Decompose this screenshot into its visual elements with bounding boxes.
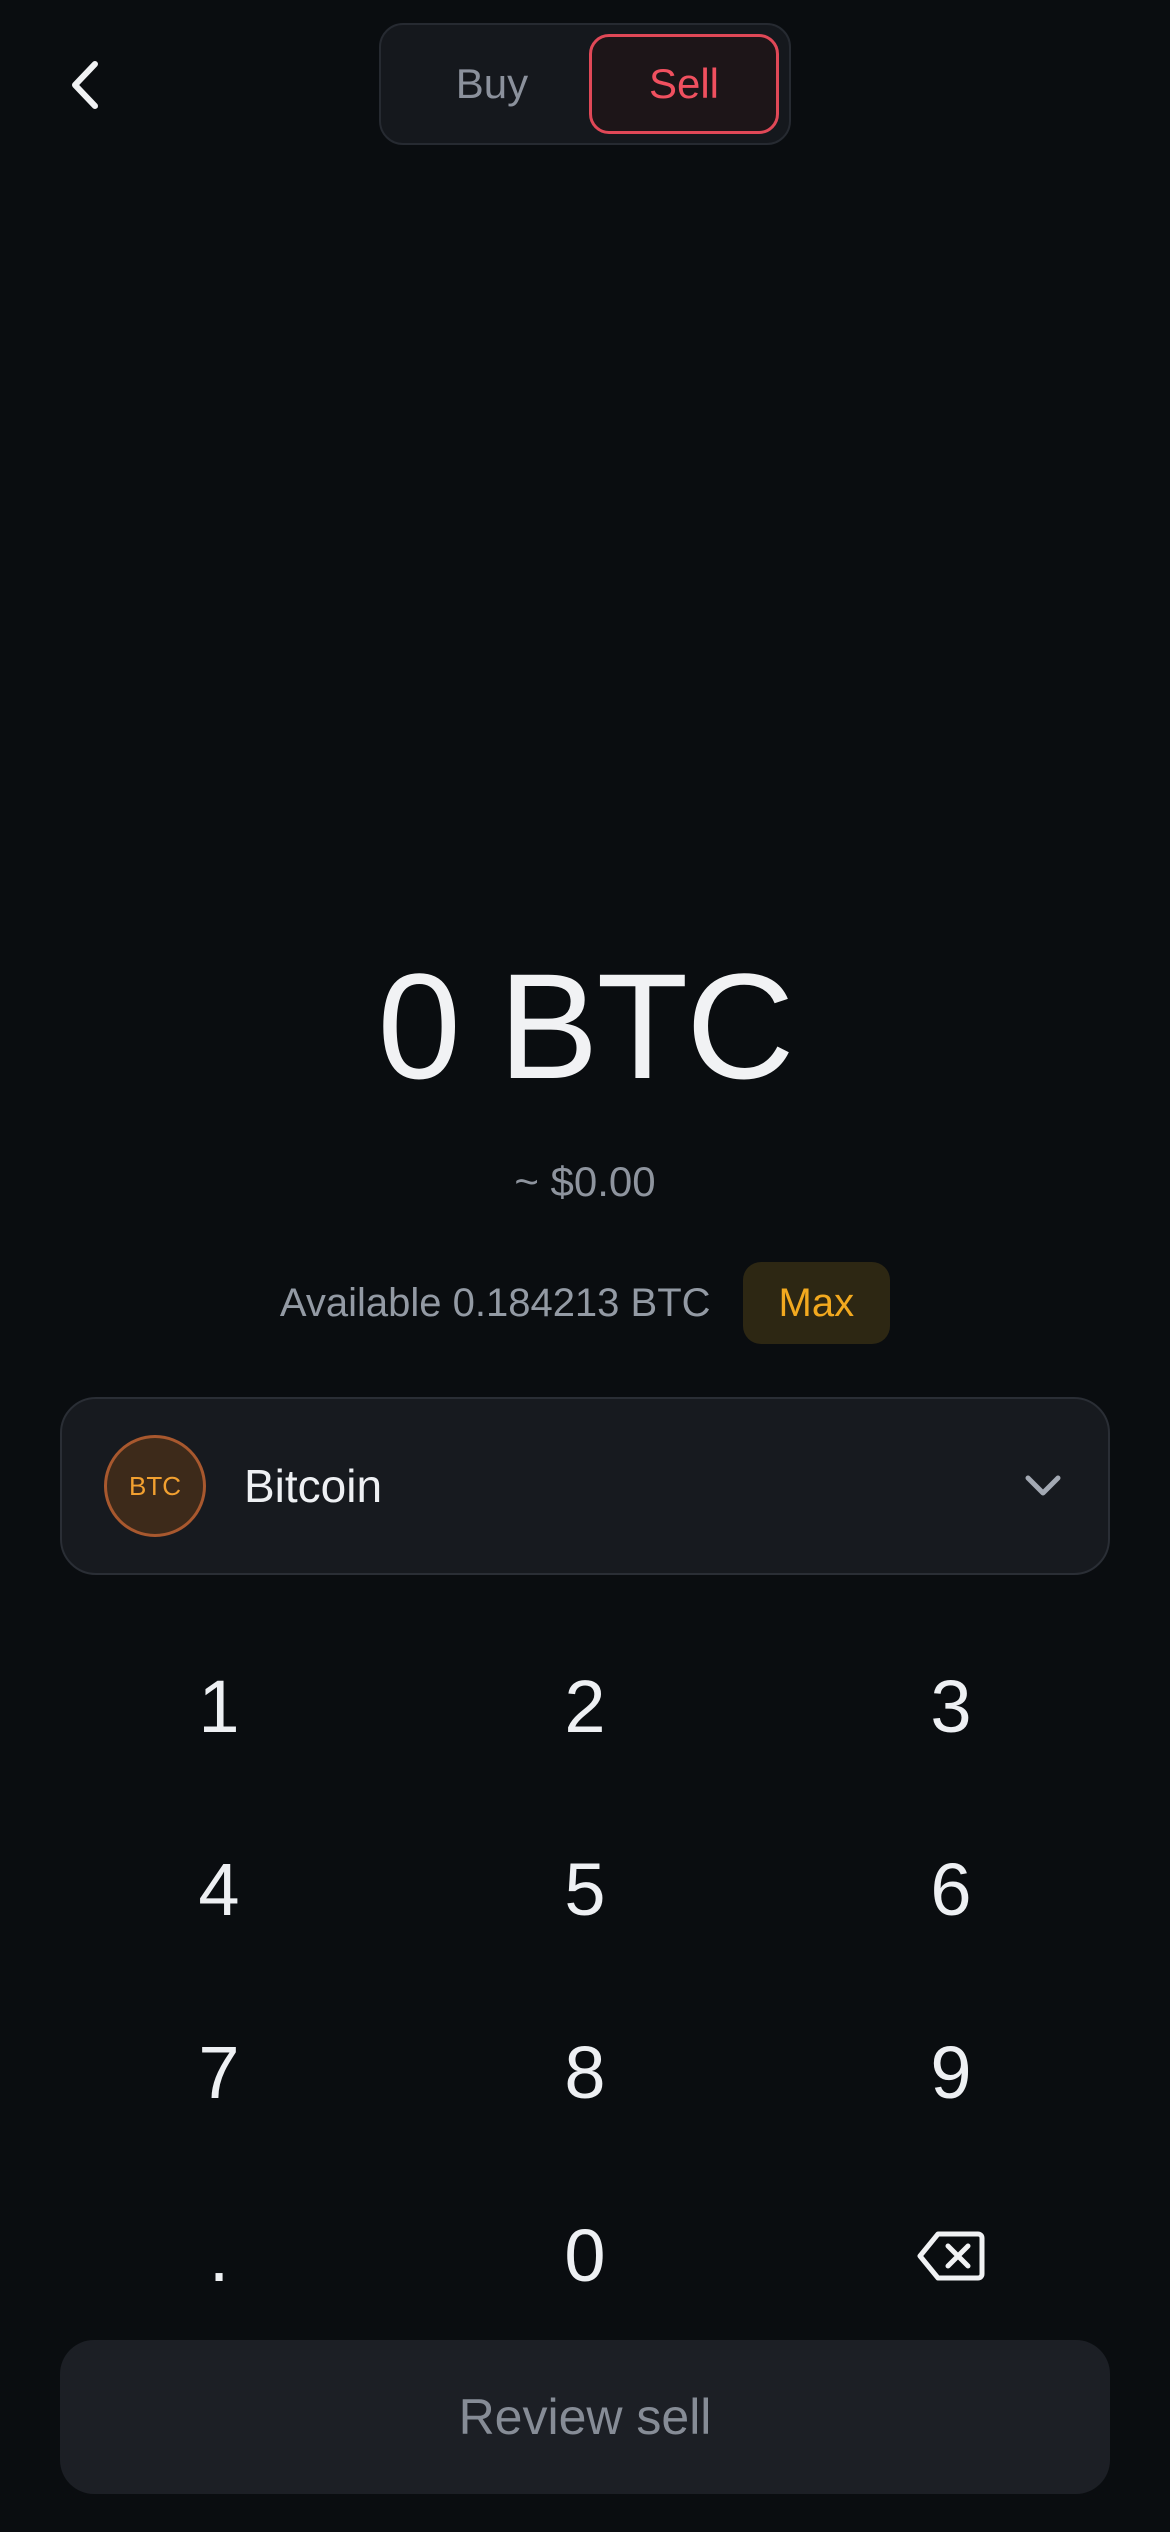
key-backspace[interactable] — [768, 2164, 1134, 2347]
key-8[interactable]: 8 — [402, 1981, 768, 2164]
review-sell-button[interactable]: Review sell — [60, 2340, 1110, 2494]
number-keypad: 1 2 3 4 5 6 7 8 9 . 0 — [36, 1615, 1134, 2347]
key-5[interactable]: 5 — [402, 1798, 768, 1981]
key-4[interactable]: 4 — [36, 1798, 402, 1981]
key-decimal[interactable]: . — [36, 2164, 402, 2347]
fiat-equivalent: ~ $0.00 — [514, 1158, 656, 1205]
key-2[interactable]: 2 — [402, 1615, 768, 1798]
amount-display: 0 BTC — [377, 942, 794, 1110]
back-button[interactable] — [50, 50, 120, 120]
key-9[interactable]: 9 — [768, 1981, 1134, 2164]
key-0[interactable]: 0 — [402, 2164, 768, 2347]
key-1[interactable]: 1 — [36, 1615, 402, 1798]
available-balance-row: Available 0.184213 BTC Max — [0, 1262, 1170, 1344]
max-button[interactable]: Max — [742, 1262, 891, 1344]
chevron-down-icon — [1018, 1461, 1068, 1511]
key-7[interactable]: 7 — [36, 1981, 402, 2164]
key-3[interactable]: 3 — [768, 1615, 1134, 1798]
tab-sell[interactable]: Sell — [588, 34, 779, 134]
asset-name: Bitcoin — [244, 1460, 383, 1512]
coin-badge-label: BTC — [129, 1470, 181, 1501]
buy-sell-toggle: Buy Sell — [379, 23, 791, 145]
key-6[interactable]: 6 — [768, 1798, 1134, 1981]
asset-selector[interactable]: BTC Bitcoin — [60, 1397, 1110, 1575]
available-balance: Available 0.184213 BTC — [279, 1280, 711, 1325]
chevron-left-icon — [72, 61, 98, 109]
sell-screen: Buy Sell 0 BTC ~ $0.00 Available 0.18421… — [0, 0, 1170, 2532]
tab-buy[interactable]: Buy — [397, 34, 587, 134]
backspace-icon — [917, 2231, 985, 2280]
btc-coin-icon: BTC — [104, 1435, 206, 1537]
